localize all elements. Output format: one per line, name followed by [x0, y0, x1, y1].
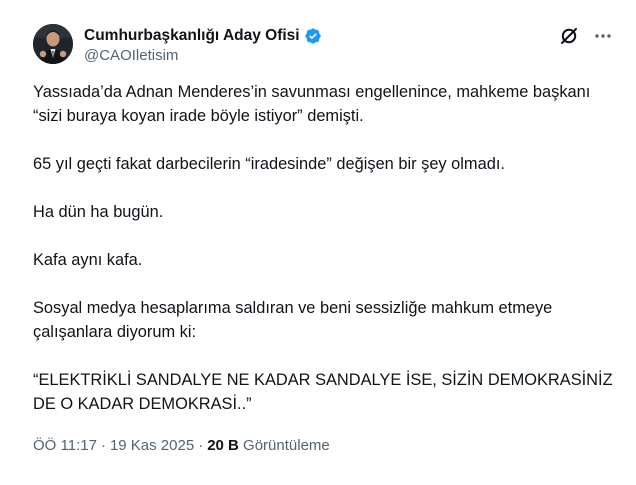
tweet-paragraph: Sosyal medya hesaplarıma saldıran ve ben… — [33, 299, 557, 341]
tweet-paragraph: “ELEKTRİKLİ SANDALYE NE KADAR SANDALYE İ… — [33, 371, 618, 413]
author-identity: Cumhurbaşkanlığı Aday Ofisi @CAOIletisim — [84, 26, 322, 64]
tweet-paragraph: Kafa aynı kafa. — [33, 251, 143, 269]
tweet-header: Cumhurbaşkanlığı Aday Ofisi @CAOIletisim — [33, 24, 613, 68]
tweet: Cumhurbaşkanlığı Aday Ofisi @CAOIletisim — [0, 0, 636, 485]
views-count: 20 B — [207, 437, 239, 454]
tweet-time-link[interactable]: ÖÖ 11:17 · 19 Kas 2025 — [33, 437, 194, 454]
tweet-paragraph: Yassıada’da Adnan Menderes’in savunması … — [33, 83, 595, 125]
author-handle[interactable]: @CAOIletisim — [84, 47, 322, 64]
author-display-name[interactable]: Cumhurbaşkanlığı Aday Ofisi — [84, 27, 300, 45]
avatar[interactable] — [33, 24, 73, 64]
avatar-photo — [33, 24, 73, 64]
tweet-text: Yassıada’da Adnan Menderes’in savunması … — [33, 80, 613, 416]
tweet-paragraph: 65 yıl geçti fakat darbecilerin “iradesi… — [33, 155, 505, 173]
tweet-time: ÖÖ 11:17 — [33, 437, 97, 454]
views-label: Görüntüleme — [243, 437, 330, 454]
tweet-meta: ÖÖ 11:17 · 19 Kas 2025 · 20 B Görüntüleme — [33, 437, 330, 454]
meta-separator: · — [198, 437, 204, 454]
more-icon[interactable] — [593, 26, 613, 46]
views-link[interactable]: 20 B Görüntüleme — [207, 437, 330, 454]
tweet-date: 19 Kas 2025 — [109, 437, 195, 454]
tweet-paragraph: Ha dün ha bugün. — [33, 203, 164, 221]
grok-icon[interactable] — [559, 26, 579, 46]
header-actions — [559, 26, 613, 46]
display-name-row: Cumhurbaşkanlığı Aday Ofisi — [84, 26, 322, 46]
meta-separator: · — [100, 437, 106, 454]
verified-badge-icon[interactable] — [304, 27, 322, 45]
